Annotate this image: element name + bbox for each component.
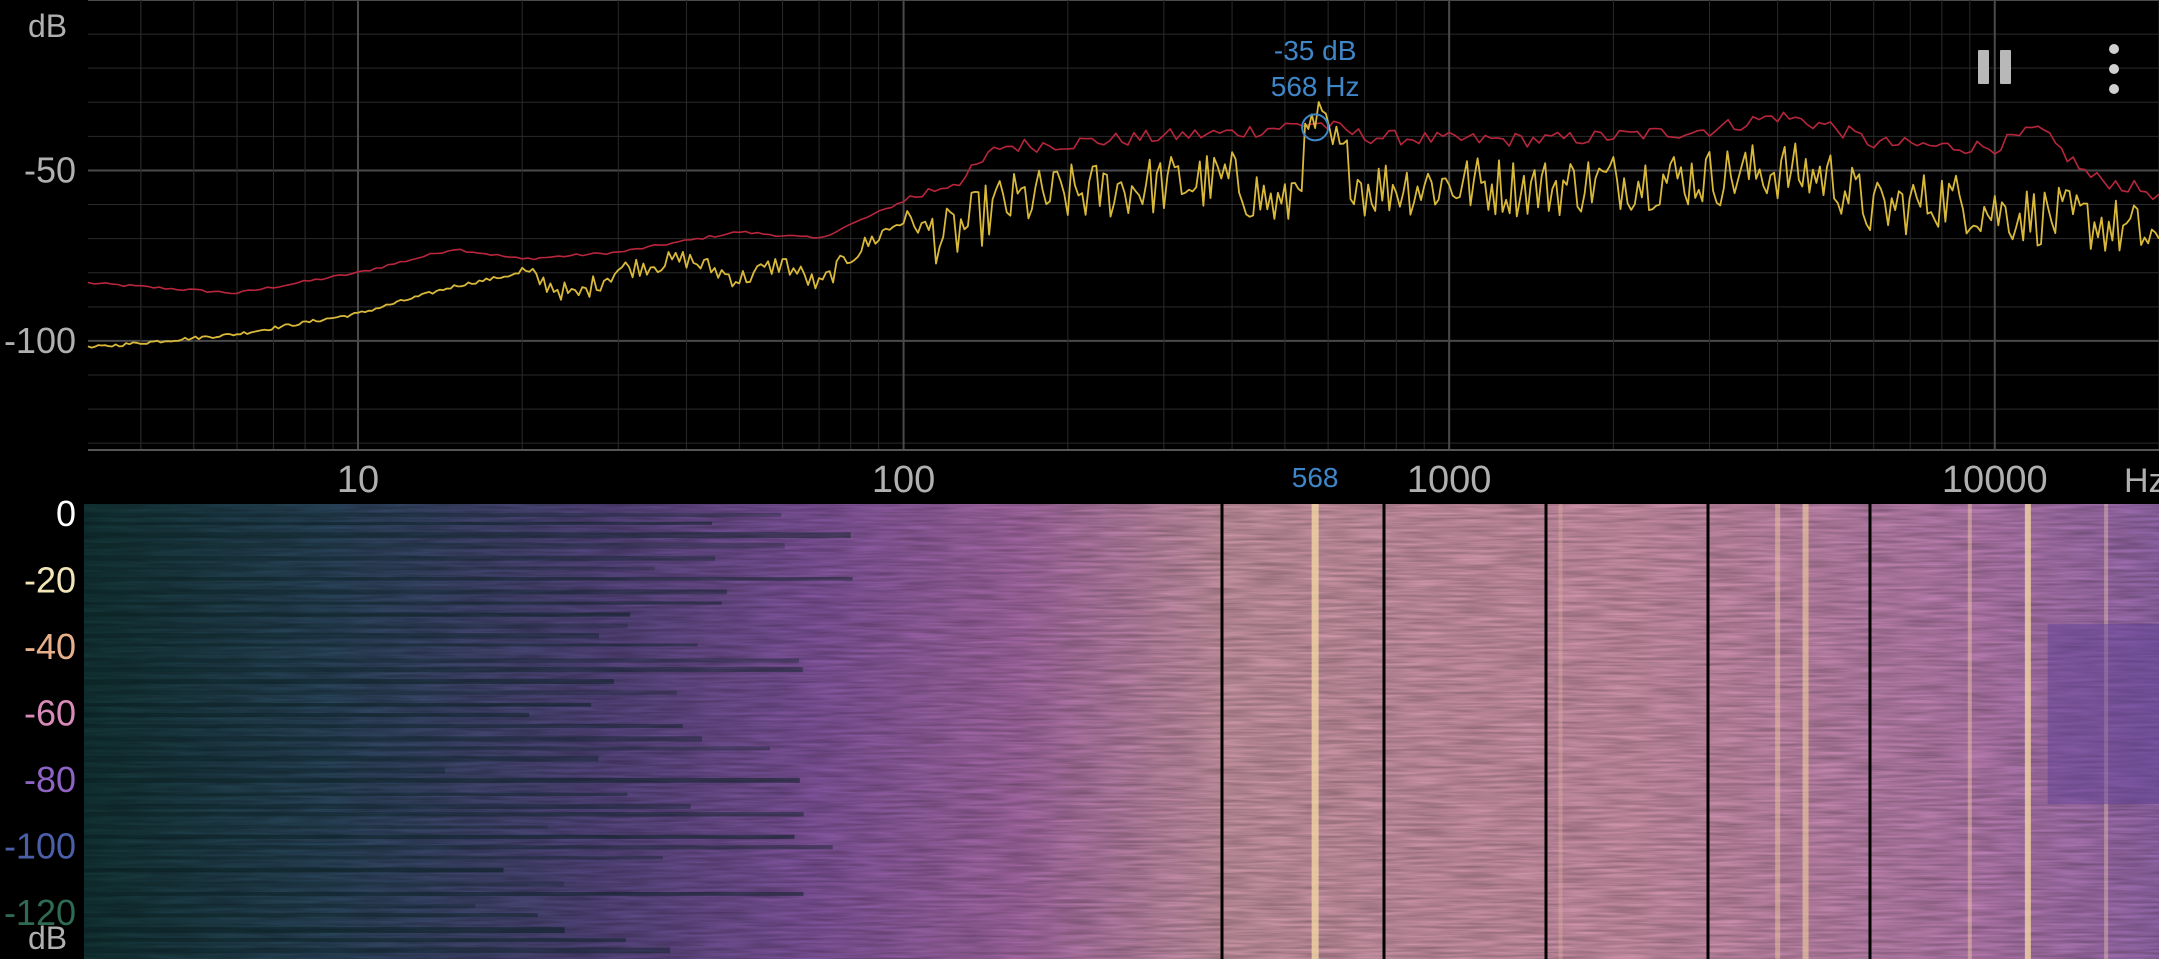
spectrogram-scale-label: -40 [24,626,76,667]
spectrogram-band [84,577,853,581]
spectrogram-band [84,633,599,639]
spectrogram-band [84,643,698,647]
spectrogram-band [84,845,833,850]
spectrogram-band [84,542,785,549]
peak-x-label: 568 [1292,462,1339,493]
spectrogram-band [84,724,683,729]
spectrogram-scale-label: -100 [4,826,76,867]
spectrogram-band [84,612,631,617]
more-menu-button[interactable] [2096,42,2132,96]
spectrogram-band [84,532,851,539]
spectrogram-scale-label: -60 [24,693,76,734]
spectrogram-band [84,867,504,873]
spectrogram-unit: dB [28,920,67,956]
spectrogram-band [84,679,614,685]
spectrogram-band [84,913,538,918]
spectrogram-band [84,803,691,809]
peak-hz-label: 568 Hz [1271,71,1360,102]
spectrogram-band [84,947,671,954]
spectrogram-band [84,690,677,695]
spectrogram-plot[interactable]: 0-20-40-60-80-100-120 dB [0,498,2159,959]
spectrogram-band [84,555,716,561]
spectrogram-band [84,792,628,797]
spectrogram-tone [2024,504,2031,959]
y-tick-label: -50 [24,149,76,190]
x-tick-label: 10 [337,459,379,498]
spectrogram-tone [1802,504,1809,959]
x-tick-label: 1000 [1407,459,1492,498]
spectrogram-band [84,767,445,774]
spectrogram-band [84,927,565,934]
spectrogram-scale: 0-20-40-60-80-100-120 [4,498,76,933]
spectrogram-band [84,825,548,829]
spectrum-x-unit: Hz [2124,462,2159,498]
spectrogram-band [84,881,564,887]
spectrogram-band [84,746,770,751]
y-tick-label: -100 [4,320,76,361]
spectrogram-band [84,777,800,783]
spectrum-y-unit: dB [28,8,67,44]
spectrogram-band [84,903,476,909]
spectrogram-scale-label: 0 [56,498,76,534]
spectrogram-band [84,521,713,525]
spectrogram-band [84,834,795,839]
spectrogram-tone [1967,504,1972,959]
spectrogram-texture [84,504,2159,959]
spectrogram-scale-label: -80 [24,759,76,800]
spectrogram-band [84,589,727,595]
spectrogram-band [84,712,530,718]
x-tick-label: 100 [872,459,935,498]
spectrogram-tone [1558,504,1563,959]
spectrogram-band [84,623,628,629]
spectrogram-tone [1311,504,1319,959]
peak-db-label: -35 dB [1274,35,1357,66]
spectrogram-band [84,703,592,707]
spectrogram-band [84,856,663,860]
spectrum-plot[interactable]: -35 dB 568 Hz 10 100 1000 10000 568 -50 -100 d… [0,0,2159,498]
spectrogram-band [84,601,722,605]
spectrogram-band [84,658,799,663]
spectrogram-band [84,667,803,673]
spectrogram-scale-label: -20 [24,560,76,601]
spectrogram-patch [2047,624,2159,804]
spectrogram-band [84,755,599,762]
spectrogram-band [84,812,804,817]
spectrogram-band [84,566,655,571]
x-tick-label: 10000 [1942,459,2048,498]
spectrogram-band [84,512,782,518]
pause-button[interactable] [1972,42,2020,94]
spectrogram-tone [1775,504,1781,959]
spectrum-background [0,0,2159,498]
spectrogram-band [84,891,804,896]
spectrogram-band [84,736,703,742]
spectrogram-band [84,938,626,943]
